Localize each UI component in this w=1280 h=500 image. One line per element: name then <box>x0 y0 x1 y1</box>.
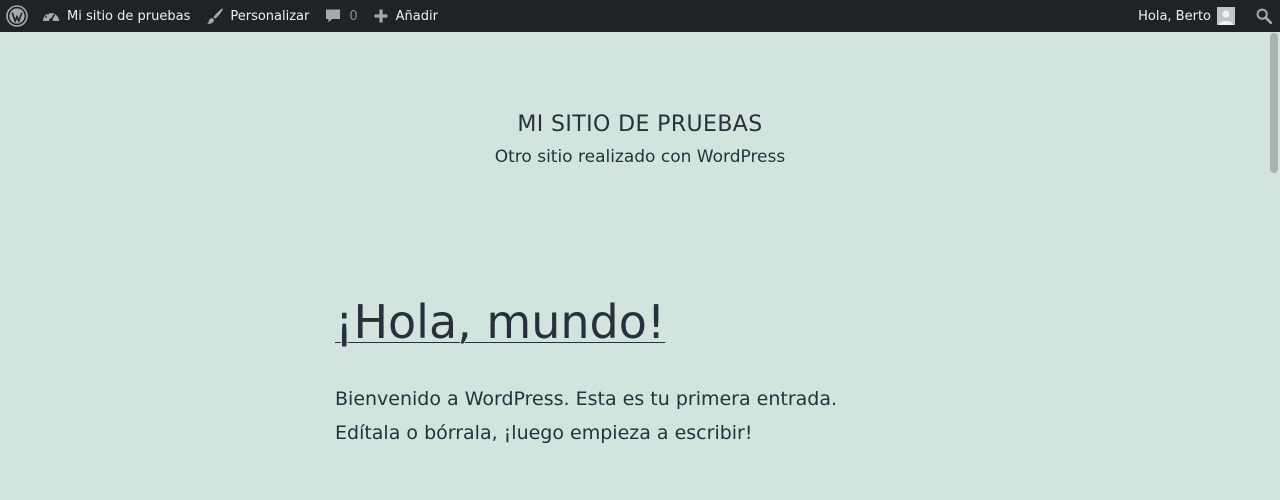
comments-link[interactable]: 0 <box>317 0 365 32</box>
new-content-label: Añadir <box>395 8 438 24</box>
post-content: Bienvenido a WordPress. Esta es tu prime… <box>335 388 838 444</box>
dashboard-icon <box>43 11 59 22</box>
customize-link[interactable]: Personalizar <box>198 0 317 32</box>
post-title-link[interactable]: ¡Hola, mundo! <box>335 290 665 354</box>
site-name-label: Mi sitio de pruebas <box>67 8 191 24</box>
brush-icon <box>207 8 224 24</box>
site-title[interactable]: MI SITIO DE PRUEBAS <box>0 108 1280 142</box>
plus-icon <box>374 9 388 23</box>
search-icon <box>1256 8 1272 24</box>
wordpress-menu[interactable] <box>0 0 35 32</box>
comments-count: 0 <box>349 8 358 24</box>
admin-bar-right: Hola, Berto <box>1130 0 1280 32</box>
site-header: MI SITIO DE PRUEBAS Otro sitio realizado… <box>0 108 1280 170</box>
search-toggle[interactable] <box>1243 0 1280 32</box>
admin-bar: Mi sitio de pruebas Personalizar 0 Añadi… <box>0 0 1280 32</box>
account-greeting: Hola, Berto <box>1138 8 1211 24</box>
new-content-menu[interactable]: Añadir <box>366 0 446 32</box>
avatar-icon <box>1217 7 1235 25</box>
customize-label: Personalizar <box>230 8 310 24</box>
my-account-menu[interactable]: Hola, Berto <box>1130 0 1243 32</box>
wordpress-logo-icon <box>6 5 28 27</box>
site-description: Otro sitio realizado con WordPress <box>494 147 786 167</box>
comment-icon <box>326 9 341 23</box>
admin-bar-left: Mi sitio de pruebas Personalizar 0 Añadi… <box>0 0 446 32</box>
site-name-link[interactable]: Mi sitio de pruebas <box>35 0 198 32</box>
post-entry: ¡Hola, mundo! Bienvenido a WordPress. Es… <box>335 290 895 450</box>
